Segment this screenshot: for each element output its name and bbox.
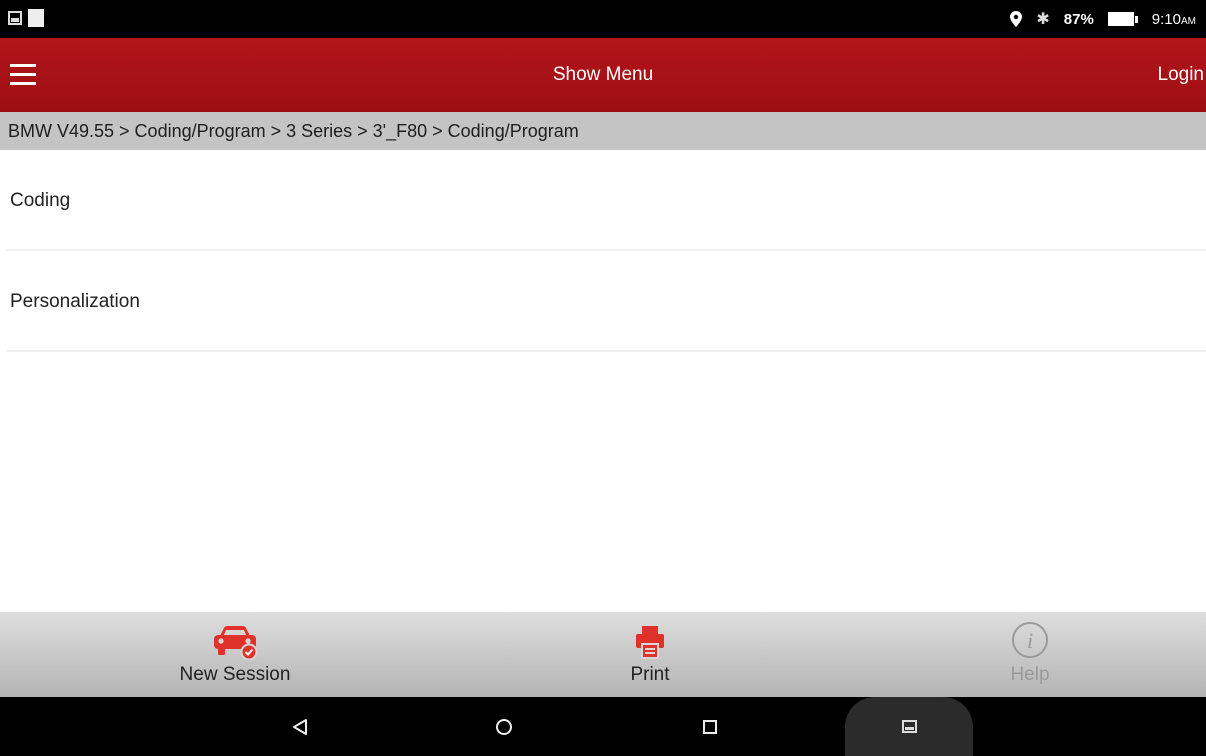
back-icon[interactable] [280,697,320,756]
battery-icon [1107,12,1138,26]
system-indicators: ✱ 87% 9:10AM [1010,0,1196,38]
help-label: Help [1010,664,1050,685]
list-item-label: Coding [10,190,71,211]
notification-area [8,9,44,27]
battery-percent: 87% [1063,10,1094,28]
location-icon [1010,11,1023,27]
clock: 9:10AM [1152,11,1196,28]
bluetooth-icon: ✱ [1036,11,1050,28]
image-notification-icon [8,11,22,25]
app-header: Show Menu Login [0,38,1206,112]
navigation-bar [0,697,1206,756]
clock-ampm: AM [1181,15,1196,27]
square-notification-icon [28,9,44,27]
list-item-personalization[interactable]: Personalization [0,251,1206,352]
recent-apps-icon[interactable] [690,697,730,756]
menu-list: Coding Personalization [0,150,1206,352]
list-item-label: Personalization [10,291,140,312]
clock-time: 9:10 [1151,10,1181,28]
list-item-coding[interactable]: Coding [0,150,1206,251]
divider [6,350,1206,352]
printer-icon [636,626,664,659]
new-session-label: New Session [179,664,291,685]
home-icon[interactable] [484,697,524,756]
screenshot-icon [901,720,917,733]
screenshot-button[interactable] [845,697,973,756]
print-label: Print [630,664,670,685]
svg-text:i: i [1027,628,1033,653]
breadcrumb: BMW V49.55 > Coding/Program > 3 Series >… [0,112,1206,150]
page-title: Show Menu [552,64,654,85]
car-check-icon [214,626,258,660]
status-bar: ✱ 87% 9:10AM [0,0,1206,38]
login-button[interactable]: Login [1158,64,1205,86]
new-session-button[interactable]: New Session [145,612,325,697]
info-icon: i [1012,622,1048,658]
help-button[interactable]: i Help [940,612,1120,697]
bottom-toolbar: New Session Print i Help [0,612,1206,697]
print-button[interactable]: Print [560,612,740,697]
